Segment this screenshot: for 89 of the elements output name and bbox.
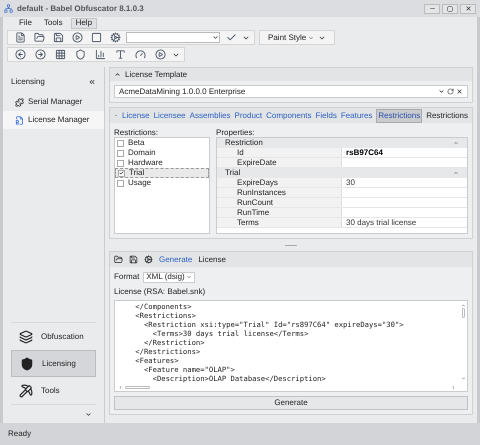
list-item[interactable]: Beta xyxy=(115,138,209,148)
refresh-icon[interactable] xyxy=(447,88,454,95)
property-name: RunCount xyxy=(217,198,342,207)
item-label: Usage xyxy=(128,177,152,189)
property-group[interactable]: Restriction xyxy=(217,138,467,148)
generate-link[interactable]: Generate xyxy=(159,254,192,266)
folder-icon[interactable] xyxy=(114,255,123,264)
paint-style-menu[interactable]: Paint Style xyxy=(268,32,314,44)
maximize-icon xyxy=(447,6,453,12)
format-label: Format xyxy=(114,271,140,283)
tab[interactable]: Assemblies xyxy=(190,110,231,122)
property-value: 30 days trial license xyxy=(345,218,418,227)
sidebar-header: Licensing xyxy=(11,76,45,88)
scroll-thumb[interactable] xyxy=(462,308,464,318)
minimize-icon xyxy=(428,5,436,12)
property-name: RunTime xyxy=(217,208,342,217)
scroll-right-icon[interactable] xyxy=(451,384,456,390)
property-value: 30 xyxy=(345,178,356,187)
list-item[interactable]: Trial xyxy=(115,168,209,178)
puzzle-icon xyxy=(15,98,24,106)
list-item[interactable]: Domain xyxy=(115,148,209,158)
dropdown-icon[interactable] xyxy=(85,410,92,418)
maximize-button[interactable] xyxy=(442,4,458,14)
checkbox[interactable] xyxy=(117,150,124,156)
layers-icon xyxy=(19,330,33,344)
property-group[interactable]: Trial xyxy=(217,168,467,178)
item-label: Trial xyxy=(129,167,144,179)
collapse-icon xyxy=(453,140,459,146)
scroll-left-icon[interactable] xyxy=(118,384,123,390)
menu-item[interactable]: File xyxy=(15,18,36,28)
nav-button[interactable]: Licensing xyxy=(11,350,96,377)
dropdown-icon[interactable] xyxy=(438,88,445,95)
checkbox[interactable] xyxy=(117,180,124,186)
tab[interactable]: Components xyxy=(266,110,312,122)
format-select[interactable]: XML (dsig) xyxy=(143,272,196,282)
menu-item[interactable]: Tools xyxy=(40,18,67,28)
tab[interactable]: License xyxy=(122,110,150,122)
caret-icon xyxy=(186,274,192,280)
checkbox[interactable] xyxy=(117,160,124,166)
gear-icon[interactable] xyxy=(144,255,153,264)
template-combo[interactable]: AcmeDataMining 1.0.0.0 Enterprise xyxy=(114,85,468,98)
property-name: RunInstances xyxy=(217,188,342,197)
panel-title: License xyxy=(198,254,226,266)
item-label: Beta xyxy=(128,137,144,149)
pickaxe-icon xyxy=(19,384,33,398)
item-label: Domain xyxy=(128,147,156,159)
checkbox[interactable] xyxy=(117,140,124,146)
save-icon[interactable] xyxy=(129,255,138,264)
menu-item[interactable]: Help xyxy=(70,18,98,28)
property-name: Terms xyxy=(217,218,342,227)
nav-button[interactable]: Tools xyxy=(11,377,96,404)
scroll-up-icon[interactable] xyxy=(460,303,466,308)
list-item[interactable]: Usage xyxy=(115,178,209,188)
tab[interactable]: Features xyxy=(340,110,372,122)
nav-button[interactable]: Obfuscation xyxy=(11,323,96,350)
property-name: ExpireDate xyxy=(217,158,342,167)
restrictions-label: Restrictions: xyxy=(114,127,160,137)
close-button[interactable] xyxy=(460,4,476,14)
list-item[interactable]: Hardware xyxy=(115,158,209,168)
scroll-thumb[interactable] xyxy=(125,386,150,388)
caret-icon xyxy=(308,34,314,40)
checkbox[interactable] xyxy=(118,170,125,176)
status-text: Ready xyxy=(8,428,32,440)
document-icon xyxy=(15,116,24,124)
collapse-icon xyxy=(453,170,459,176)
shield-icon xyxy=(20,356,34,370)
window-title: default - Babel Obfuscator 8.1.0.3 xyxy=(17,2,144,14)
license-label: License (RSA: Babel.snk) xyxy=(113,286,206,298)
app-icon xyxy=(4,4,13,13)
tab[interactable]: Fields xyxy=(315,110,337,122)
clear-icon[interactable] xyxy=(456,88,463,95)
sidebar-item[interactable]: Serial Manager xyxy=(3,93,104,111)
properties-label: Properties: xyxy=(216,127,256,137)
item-label: Hardware xyxy=(128,157,163,169)
generate-button[interactable]: Generate xyxy=(114,396,468,410)
tab[interactable]: Restrictions xyxy=(376,108,422,122)
property-name: Id xyxy=(217,148,342,157)
collapse-icon[interactable] xyxy=(114,71,121,78)
close-icon xyxy=(464,5,472,12)
caret-icon xyxy=(212,34,219,41)
tab[interactable]: Product xyxy=(234,110,262,122)
scroll-down-icon[interactable] xyxy=(460,376,466,381)
property-value: rsB97C64 xyxy=(345,148,384,157)
property-name: ExpireDays xyxy=(217,178,342,187)
sidebar-item[interactable]: License Manager xyxy=(3,111,104,129)
collapse-icon[interactable] xyxy=(88,78,96,86)
tab[interactable]: Licensee xyxy=(154,110,186,122)
tab-caption: Restrictions xyxy=(426,110,468,122)
panel-title: License Template xyxy=(125,68,188,80)
